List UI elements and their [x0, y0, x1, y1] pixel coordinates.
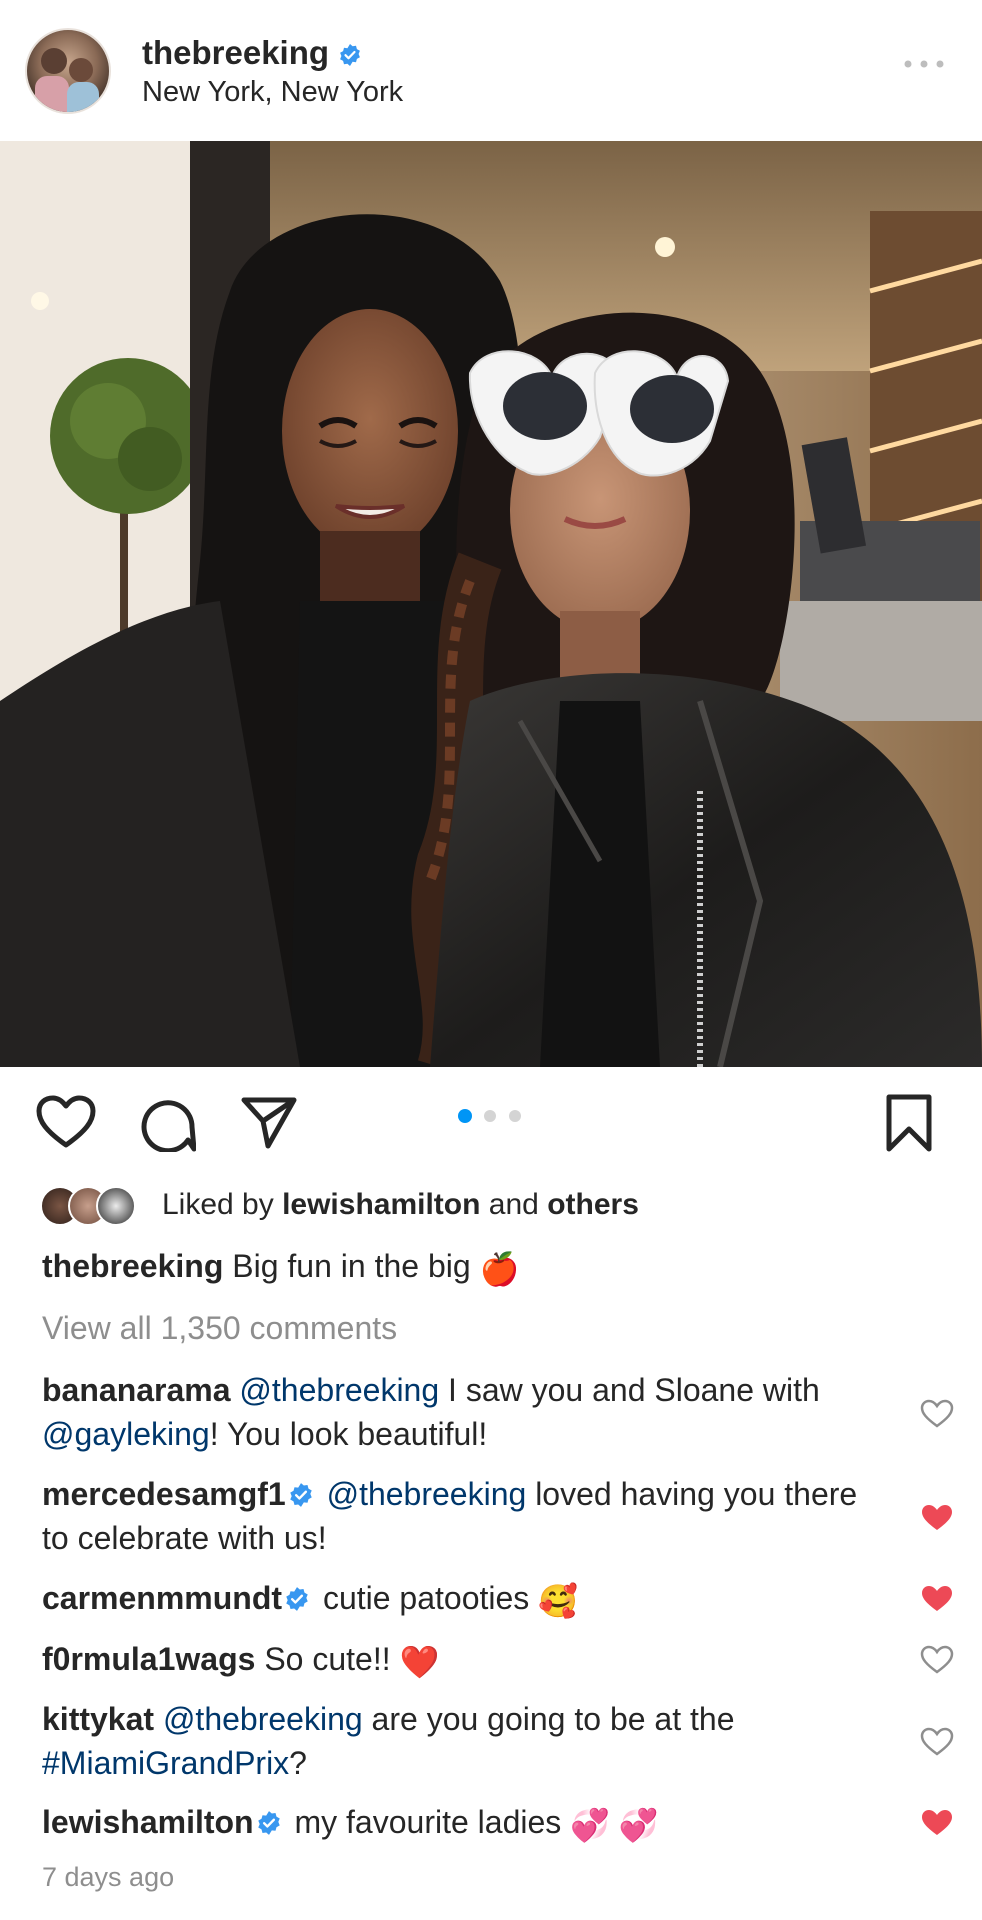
post-username[interactable]: thebreeking: [142, 34, 362, 72]
post-header: thebreeking New York, New York: [0, 0, 982, 141]
comment-text: ?: [289, 1745, 307, 1781]
verified-badge-icon: [289, 1483, 312, 1507]
view-all-comments-link[interactable]: View all 1,350 comments: [42, 1310, 397, 1347]
comment-item: f0rmula1wags So cute!! ❤️: [42, 1637, 882, 1684]
comment-emoji: 🥰: [538, 1582, 579, 1619]
likes-middle: and: [480, 1188, 548, 1221]
filled-heart-icon[interactable]: [920, 1503, 954, 1533]
filled-heart-icon[interactable]: [920, 1808, 954, 1838]
comment-username[interactable]: f0rmula1wags: [42, 1641, 255, 1677]
verified-badge-icon: [286, 1587, 308, 1611]
likes-others[interactable]: others: [547, 1188, 639, 1221]
comment-item: bananarama @thebreeking I saw you and Sl…: [42, 1368, 882, 1456]
comment-hashtag[interactable]: #MiamiGrandPrix: [42, 1745, 289, 1781]
post-location[interactable]: New York, New York: [142, 76, 403, 109]
comment-item: mercedesamgf1 @thebreeking loved having …: [42, 1472, 882, 1560]
carousel-indicator: [458, 1109, 521, 1123]
post-caption: thebreeking Big fun in the big 🍎: [42, 1248, 519, 1288]
comment-text: cutie patooties: [322, 1580, 539, 1616]
comment-item: kittykat @thebreeking are you going to b…: [42, 1697, 882, 1785]
filled-heart-icon[interactable]: [920, 1584, 954, 1614]
comment-text: my favourite ladies: [294, 1804, 571, 1840]
post-username-text[interactable]: thebreeking: [142, 34, 329, 71]
comment-item: carmenmmundt cutie patooties 🥰: [42, 1576, 882, 1623]
comment-text: So cute!!: [255, 1641, 400, 1677]
post-timestamp: 7 days ago: [42, 1862, 175, 1892]
carousel-dot: [509, 1110, 521, 1122]
small-heart-icon[interactable]: [920, 1645, 954, 1675]
comment-username[interactable]: carmenmmundt: [42, 1580, 282, 1616]
comment-mention[interactable]: @thebreeking: [327, 1476, 527, 1512]
post-photo[interactable]: [0, 141, 982, 1067]
likes-text[interactable]: Liked by lewishamilton and others: [162, 1188, 639, 1222]
comment-username[interactable]: bananarama: [42, 1372, 231, 1408]
verified-badge-icon: [340, 44, 361, 67]
comment-item: lewishamilton my favourite ladies 💞 💞: [42, 1800, 882, 1847]
likes-user[interactable]: lewishamilton: [282, 1188, 480, 1221]
comment-mention[interactable]: @gayleking: [42, 1416, 210, 1452]
more-options-icon[interactable]: [902, 56, 946, 72]
liker-avatar: [96, 1186, 136, 1226]
comment-text: ! You look beautiful!: [209, 1416, 488, 1452]
comment-username[interactable]: kittykat: [42, 1701, 154, 1737]
caption-text: Big fun in the big: [223, 1248, 480, 1284]
comment-emoji: 💞 💞: [570, 1806, 659, 1843]
comment-username[interactable]: lewishamilton: [42, 1804, 254, 1840]
likes-summary[interactable]: Liked by lewishamilton and others: [40, 1186, 940, 1228]
heart-icon[interactable]: [36, 1095, 96, 1149]
small-heart-icon[interactable]: [920, 1399, 954, 1429]
carousel-dot: [484, 1110, 496, 1122]
comment-mention[interactable]: @thebreeking: [239, 1372, 439, 1408]
comment-emoji: ❤️: [399, 1643, 440, 1680]
bookmark-icon[interactable]: [884, 1093, 934, 1153]
caption-username[interactable]: thebreeking: [42, 1248, 223, 1284]
comment-mention[interactable]: @thebreeking: [163, 1701, 363, 1737]
comment-text: I saw you and Sloane with: [439, 1372, 820, 1408]
small-heart-icon[interactable]: [920, 1727, 954, 1757]
verified-badge-icon: [257, 1811, 280, 1835]
caption-emoji: 🍎: [479, 1250, 520, 1287]
share-icon[interactable]: [241, 1095, 297, 1149]
carousel-dot-active: [458, 1109, 472, 1123]
user-avatar[interactable]: [25, 28, 111, 114]
comment-username[interactable]: mercedesamgf1: [42, 1476, 286, 1512]
comment-icon[interactable]: [138, 1094, 196, 1152]
comment-text: are you going to be at the: [362, 1701, 735, 1737]
likes-prefix: Liked by: [162, 1188, 283, 1221]
